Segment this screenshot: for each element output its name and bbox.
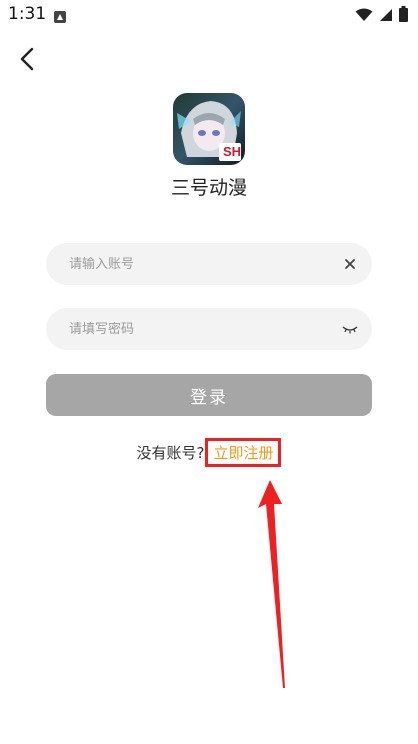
- app-notification-icon: [54, 8, 66, 23]
- eye-closed-icon[interactable]: [342, 321, 358, 337]
- battery-icon: [399, 6, 408, 26]
- password-input[interactable]: [69, 321, 342, 337]
- register-link[interactable]: 立即注册: [205, 437, 282, 467]
- back-button[interactable]: [12, 46, 42, 76]
- password-field: [46, 308, 372, 350]
- logo-badge: SH: [223, 144, 242, 159]
- account-input[interactable]: [69, 256, 342, 272]
- status-bar: 1:31: [0, 0, 418, 30]
- app-name: 三号动漫: [170, 177, 247, 199]
- login-button[interactable]: 登录: [46, 374, 372, 416]
- status-time: 1:31: [8, 4, 47, 24]
- back-arrow-icon: [19, 47, 35, 75]
- wifi-icon: [355, 7, 373, 26]
- register-row: 没有账号? 立即注册: [0, 437, 418, 467]
- app-logo: SH: [173, 93, 245, 165]
- signal-icon: [379, 7, 393, 26]
- clear-icon[interactable]: [342, 256, 358, 272]
- no-account-label: 没有账号?: [136, 443, 205, 462]
- account-field: [46, 243, 372, 285]
